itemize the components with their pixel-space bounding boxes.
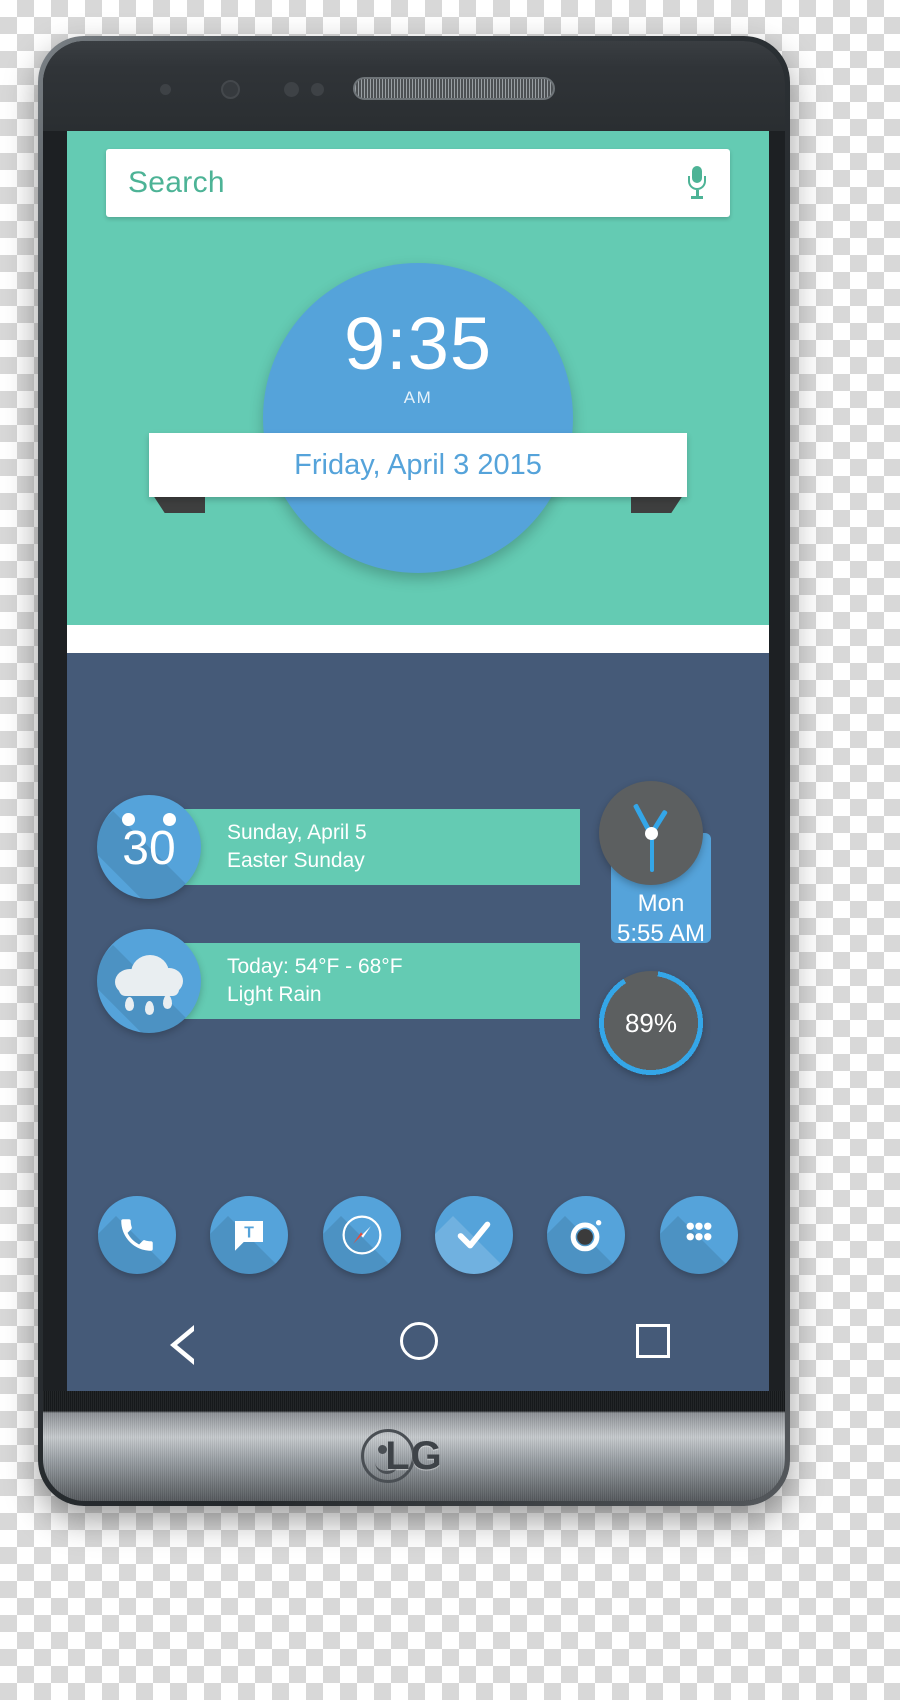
phone-icon: [98, 1196, 176, 1274]
compass-icon: [323, 1196, 401, 1274]
proximity-sensor-icon: [160, 84, 171, 95]
checkmark-icon: [435, 1196, 513, 1274]
earpiece-speaker-icon: [353, 77, 555, 100]
nav-recents-button[interactable]: [626, 1319, 678, 1371]
analog-clock-label: Mon 5:55 AM: [611, 889, 711, 949]
microphone-icon[interactable]: [686, 166, 708, 200]
clock-meridiem: AM: [403, 388, 433, 407]
weather-widget[interactable]: Today: 54°F - 68°F Light Rain: [97, 929, 587, 1033]
weather-text-bar: Today: 54°F - 68°F Light Rain: [172, 943, 580, 1019]
front-camera-icon: [221, 80, 240, 99]
clock-time: 9:35: [343, 302, 493, 385]
panel-divider: [67, 625, 769, 653]
dock-item-app-drawer[interactable]: [659, 1196, 738, 1274]
dock-item-phone[interactable]: [98, 1196, 177, 1274]
dock-item-browser[interactable]: [322, 1196, 401, 1274]
clock-widget[interactable]: 9:35 AM: [263, 263, 573, 573]
clock-date: Friday, April 3 2015: [294, 448, 542, 481]
bottom-bezel: LG: [43, 1391, 785, 1501]
navigation-bar: [67, 1299, 769, 1391]
phone-screen: Search 9:35 AM Friday, April 3 2015 Sund…: [67, 131, 769, 1391]
analog-clock-day: Mon: [637, 890, 685, 917]
lg-brand-logo: LG: [385, 1434, 443, 1478]
dock-item-camera[interactable]: [547, 1196, 626, 1274]
dock-item-messages[interactable]: T: [210, 1196, 289, 1274]
weather-line-2: Light Rain: [227, 983, 322, 1006]
ribbon-body[interactable]: Friday, April 3 2015: [149, 433, 687, 497]
search-input[interactable]: Search: [128, 166, 686, 200]
calendar-widget[interactable]: Sunday, April 5 Easter Sunday 30: [97, 795, 587, 899]
nav-home-button[interactable]: [392, 1319, 444, 1371]
weather-line-1: Today: 54°F - 68°F: [227, 955, 403, 978]
nav-back-button[interactable]: [158, 1319, 210, 1371]
camera-icon: [547, 1196, 625, 1274]
date-ribbon[interactable]: Friday, April 3 2015: [149, 433, 687, 513]
svg-text:T: T: [245, 1225, 255, 1242]
search-bar[interactable]: Search: [106, 149, 730, 217]
battery-percent: 89%: [624, 1007, 678, 1038]
analog-clock-time: 5:55 AM: [616, 920, 706, 947]
message-bubble-icon: T: [210, 1196, 288, 1274]
rain-cloud-icon: [97, 929, 201, 1033]
analog-clock-widget[interactable]: Mon 5:55 AM: [599, 781, 723, 961]
phone-device: Search 9:35 AM Friday, April 3 2015 Sund…: [38, 36, 790, 1506]
home-wallpaper: Sunday, April 5 Easter Sunday 30 Today: …: [67, 653, 769, 1391]
calendar-text-bar: Sunday, April 5 Easter Sunday: [172, 809, 580, 885]
dock-item-tasks[interactable]: [435, 1196, 514, 1274]
top-bezel: [43, 41, 785, 131]
calendar-line-2: Easter Sunday: [227, 849, 365, 872]
analog-clock-icon: [599, 781, 703, 885]
phone-inner-frame: Search 9:35 AM Friday, April 3 2015 Sund…: [43, 41, 785, 1501]
home-top-panel: Search 9:35 AM Friday, April 3 2015: [67, 131, 769, 625]
calendar-line-1: Sunday, April 5: [227, 821, 367, 844]
light-sensor-icon: [284, 82, 299, 97]
calendar-day-number: 30: [122, 822, 176, 875]
notification-led-icon: [311, 83, 324, 96]
recents-square-icon: [636, 1324, 670, 1358]
app-grid-icon: [660, 1196, 738, 1274]
home-circle-icon: [400, 1322, 438, 1360]
app-dock: T: [67, 1187, 769, 1283]
calendar-alarm-icon: 30: [97, 795, 201, 899]
battery-widget[interactable]: 89%: [595, 967, 707, 1079]
